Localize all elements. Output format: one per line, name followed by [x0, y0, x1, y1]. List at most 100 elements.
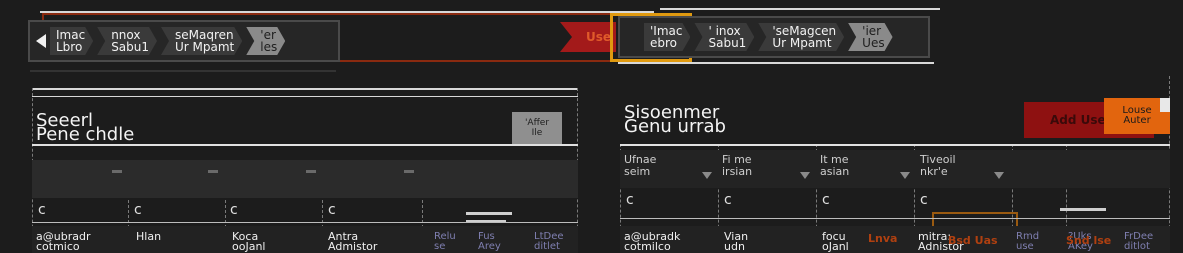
delete-action-link[interactable]: FrDee ditlot [1124, 232, 1153, 252]
invite-action[interactable]: Lnva [868, 232, 897, 245]
cell-text: ooJanl [232, 240, 266, 253]
row-divider [620, 218, 1170, 219]
title-line: Pene chdle [36, 124, 135, 145]
header-placeholder [112, 170, 122, 173]
breadcrumb-tab-2[interactable]: ' inox Sabu1 [694, 23, 754, 51]
tab-label: les [260, 40, 278, 54]
filter-input[interactable]: c [920, 192, 928, 208]
table-rule [620, 144, 1170, 146]
filter-input[interactable]: c [328, 202, 336, 218]
filter-input[interactable]: c [822, 192, 830, 208]
tab-label: Lbro [56, 40, 83, 54]
reset-action-link[interactable]: Relu se [434, 232, 456, 252]
send-reset-action[interactable]: Snd lse [1066, 234, 1111, 247]
page-title: Sisoenmer Genu urrab [624, 104, 726, 137]
filter-input[interactable]: c [230, 202, 238, 218]
key-action-link[interactable]: Fus Arey [478, 232, 501, 252]
users-panel-right: Sisoenmer Genu urrab Add Use Louse Auter… [620, 76, 1170, 253]
breadcrumb-tab-3[interactable]: 'seMagcen Ur Mpamt [758, 23, 844, 51]
cell-text: cotmico [36, 240, 80, 253]
last-name-cell: Koca ooJanl [232, 231, 266, 253]
filter-icon[interactable] [994, 172, 1004, 179]
email-cell: a@ubradr cotmico [36, 231, 90, 253]
button-label: Add Use [1050, 113, 1106, 127]
users-link[interactable]: Use [560, 22, 616, 52]
tab-label: Ues [862, 36, 885, 50]
link-text: Arey [478, 241, 501, 252]
column-header-last-name[interactable]: It me asian [820, 154, 849, 178]
cell-text: Hlan [136, 230, 162, 243]
table-row[interactable]: a@ubradr cotmico Hlan Koca ooJanl Antra … [32, 226, 578, 253]
button-label: 'Affer [524, 118, 550, 128]
cell-text: oJanl [822, 240, 849, 253]
users-link-label: Use [586, 30, 612, 44]
filter-input[interactable]: c [38, 202, 46, 218]
send-user-action[interactable]: Bsd Uas [948, 234, 998, 247]
first-name-cell: Hlan [136, 230, 162, 243]
panel-rule [32, 88, 578, 90]
title-line: Genu urrab [624, 116, 726, 137]
column-header-role[interactable]: Tiveoil nkr'e [920, 154, 956, 178]
action-bar [466, 212, 512, 215]
link-text: ditlot [1124, 241, 1150, 252]
header-text: nkr'e [920, 165, 948, 178]
bottom-rule-right [618, 62, 934, 64]
delete-action-link[interactable]: LtDee ditlet [534, 232, 564, 252]
chevron-left-icon[interactable] [36, 34, 46, 48]
column-header-username[interactable]: Ufnae seim [624, 154, 656, 178]
cell-text: udn [724, 240, 745, 253]
resize-handle-icon [1160, 98, 1170, 112]
column-header-first-name[interactable]: Fi me irsian [722, 154, 752, 178]
cell-text: Admistor [328, 240, 378, 253]
top-rule-left [40, 11, 654, 13]
action-bar [1060, 208, 1106, 211]
filter-icon[interactable] [800, 172, 810, 179]
breadcrumb-left: Imac Lbro nnox Sabu1 seMaqren Ur Mpamt '… [28, 20, 340, 62]
panel-rule [32, 96, 578, 97]
tab-label: Sabu1 [111, 40, 150, 54]
role-cell: Antra Admistor [328, 231, 378, 253]
page-title: Seeerl Pene chdle [36, 112, 135, 145]
bottom-rule-left [30, 70, 336, 72]
button-label: Auter [1123, 115, 1151, 126]
tab-label: Ur Mpamt [175, 40, 235, 54]
tab-label: ebro [650, 36, 678, 50]
users-panel-left: Seeerl Pene chdle 'Affer Ile c c c c a@u… [32, 88, 578, 253]
header-text: asian [820, 165, 850, 178]
link-text: ditlet [534, 241, 560, 252]
link-text: se [434, 241, 446, 252]
row-divider [32, 222, 578, 223]
breadcrumb-tab-4[interactable]: 'er les [246, 27, 285, 55]
filter-icon[interactable] [702, 172, 712, 179]
breadcrumb-tab-2[interactable]: nnox Sabu1 [97, 27, 157, 55]
header-text: seim [624, 165, 651, 178]
tab-label: Ur Mpamt [772, 36, 832, 50]
link-text: use [1016, 241, 1034, 252]
first-name-cell: Vian udn [724, 231, 748, 253]
filter-input[interactable]: c [626, 192, 634, 208]
filter-input[interactable]: c [134, 202, 142, 218]
breadcrumb-tab-1[interactable]: Imac Lbro [50, 27, 93, 55]
table-header: Ufnae seim Fi me irsian It me asian Tive… [620, 150, 1170, 188]
breadcrumb-tab-3[interactable]: seMaqren Ur Mpamt [161, 27, 242, 55]
last-name-cell: focu oJanl [822, 231, 849, 253]
filter-row: c c c c [620, 188, 1170, 216]
button-label: Ile [531, 128, 543, 138]
table-header [32, 160, 578, 198]
filter-button[interactable]: 'Affer Ile [512, 112, 562, 144]
cell-text: cotmilco [624, 240, 671, 253]
breadcrumb-tab-4[interactable]: 'ier Ues [848, 23, 892, 51]
filter-icon[interactable] [900, 172, 910, 179]
top-rule-right [660, 8, 940, 10]
filter-input[interactable]: c [724, 192, 732, 208]
email-cell: a@ubradk cotmilco [624, 231, 680, 253]
breadcrumb-right: 'Imac ebro ' inox Sabu1 'seMagcen Ur Mpa… [618, 16, 930, 58]
reset-action-link[interactable]: Rmd use [1016, 232, 1039, 252]
header-placeholder [306, 170, 316, 173]
header-placeholder [208, 170, 218, 173]
tab-label: Sabu1 [708, 36, 747, 50]
breadcrumb-tab-1[interactable]: 'Imac ebro [644, 23, 690, 51]
header-text: irsian [722, 165, 753, 178]
table-rule [32, 144, 578, 146]
header-placeholder [404, 170, 414, 173]
